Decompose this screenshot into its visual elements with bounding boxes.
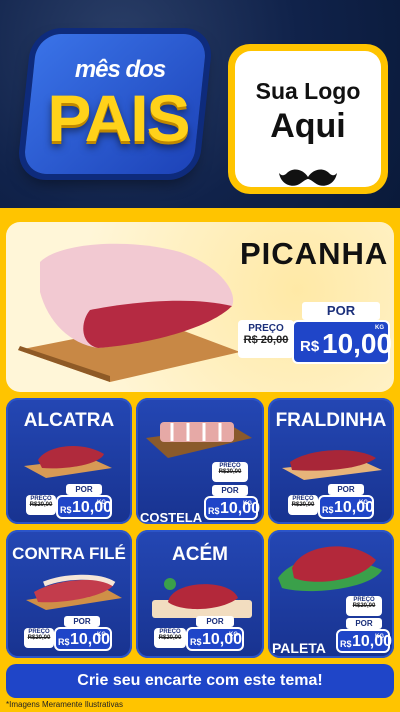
product-name-paleta: PALETA [272, 640, 326, 656]
acem-unit: KG [229, 632, 238, 638]
logo-line2: Aqui [270, 107, 346, 145]
hero-new-price: 10,00 [322, 328, 393, 359]
paleta-old-price-box: PREÇO R$20,00 [346, 596, 382, 616]
fraldinha-new-price: 10,00 [334, 499, 375, 516]
alcatra-image [24, 446, 112, 478]
alcatra-old-price: R$20,00 [29, 502, 53, 508]
acem-new-price-box: R$ 10,00 KG [186, 627, 244, 651]
paleta-new-price: 10,00 [352, 633, 393, 650]
fraldinha-old-price-box: PREÇO R$20,00 [288, 495, 318, 515]
product-name-alcatra: ALCATRA [23, 410, 115, 431]
hero-unit: KG [375, 325, 384, 331]
paleta-por-label: POR [346, 618, 382, 629]
paleta-old-price: R$20,00 [352, 603, 376, 609]
acem-old-price-box: PREÇO R$20,00 [154, 628, 186, 648]
fraldinha-old-price: R$20,00 [291, 502, 315, 508]
mustache-icon [279, 169, 337, 186]
costela-new-price-box: R$ 10,00 KG [204, 496, 261, 520]
costela-old-price: R$20,00 [218, 469, 242, 475]
costela-image [146, 422, 252, 458]
paleta-currency: R$ [340, 639, 352, 649]
product-name-fraldinha: FRALDINHA [275, 410, 387, 431]
alcatra-unit: KG [97, 500, 106, 506]
hero-old-price: R$ 20,00 [243, 334, 289, 346]
alcatra-old-price-box: PREÇO R$20,00 [26, 495, 56, 515]
contra-file-currency: R$ [58, 637, 70, 647]
contra-file-old-price: R$20,00 [27, 635, 51, 641]
paleta-image [278, 546, 382, 592]
contra-file-image [26, 574, 122, 610]
alcatra-currency: R$ [60, 505, 72, 515]
cta-button[interactable]: Crie seu encarte com este tema! [6, 664, 394, 698]
contra-file-unit: KG [97, 632, 106, 638]
fraldinha-unit: KG [359, 500, 368, 506]
costela-new-price: 10,00 [220, 500, 261, 517]
acem-currency: R$ [190, 637, 202, 647]
acem-old-price: R$20,00 [158, 635, 182, 641]
costela-por-label: POR [212, 485, 248, 496]
logo-inner: Sua Logo Aqui [235, 51, 381, 187]
picanha-image [18, 243, 240, 382]
fraldinha-currency: R$ [322, 505, 334, 515]
hero-por-label: POR [302, 302, 380, 320]
disclaimer-note: *Imagens Meramente Ilustrativas [6, 700, 123, 709]
acem-image [152, 578, 252, 618]
paleta-unit: KG [375, 634, 384, 640]
hero-old-price-box: PREÇO R$ 20,00 [238, 320, 294, 358]
product-name-acem: ACÉM [172, 544, 228, 565]
contra-file-old-price-box: PREÇO R$20,00 [24, 628, 54, 648]
contra-file-por-label: POR [64, 616, 100, 627]
hero-price-label: PREÇO [248, 323, 284, 334]
costela-unit: KG [243, 501, 252, 507]
fraldinha-por-label: POR [328, 484, 364, 495]
fraldinha-image [282, 450, 382, 480]
hero-new-price-box: R$ 10,00 KG [292, 320, 393, 364]
hero-title: PICANHA [240, 236, 389, 271]
product-name-costela: COSTELA [140, 510, 203, 525]
costela-currency: R$ [208, 506, 220, 516]
fraldinha-new-price-box: R$ 10,00 KG [318, 495, 374, 519]
badge-main-text: PAIS [47, 81, 190, 155]
logo-line1: Sua Logo [255, 78, 361, 104]
alcatra-new-price-box: R$ 10,00 KG [56, 495, 112, 519]
alcatra-por-label: POR [66, 484, 102, 495]
alcatra-new-price: 10,00 [72, 499, 113, 516]
contra-file-new-price-box: R$ 10,00 KG [54, 627, 112, 651]
acem-por-label: POR [196, 616, 234, 627]
logo-placeholder[interactable]: Sua Logo Aqui [228, 44, 388, 194]
paleta-new-price-box: R$ 10,00 KG [336, 629, 393, 653]
hero-currency: R$ [300, 338, 320, 355]
product-name-contra-file: CONTRA FILÉ [12, 544, 126, 563]
costela-old-price-box: PREÇO R$20,00 [212, 462, 248, 482]
